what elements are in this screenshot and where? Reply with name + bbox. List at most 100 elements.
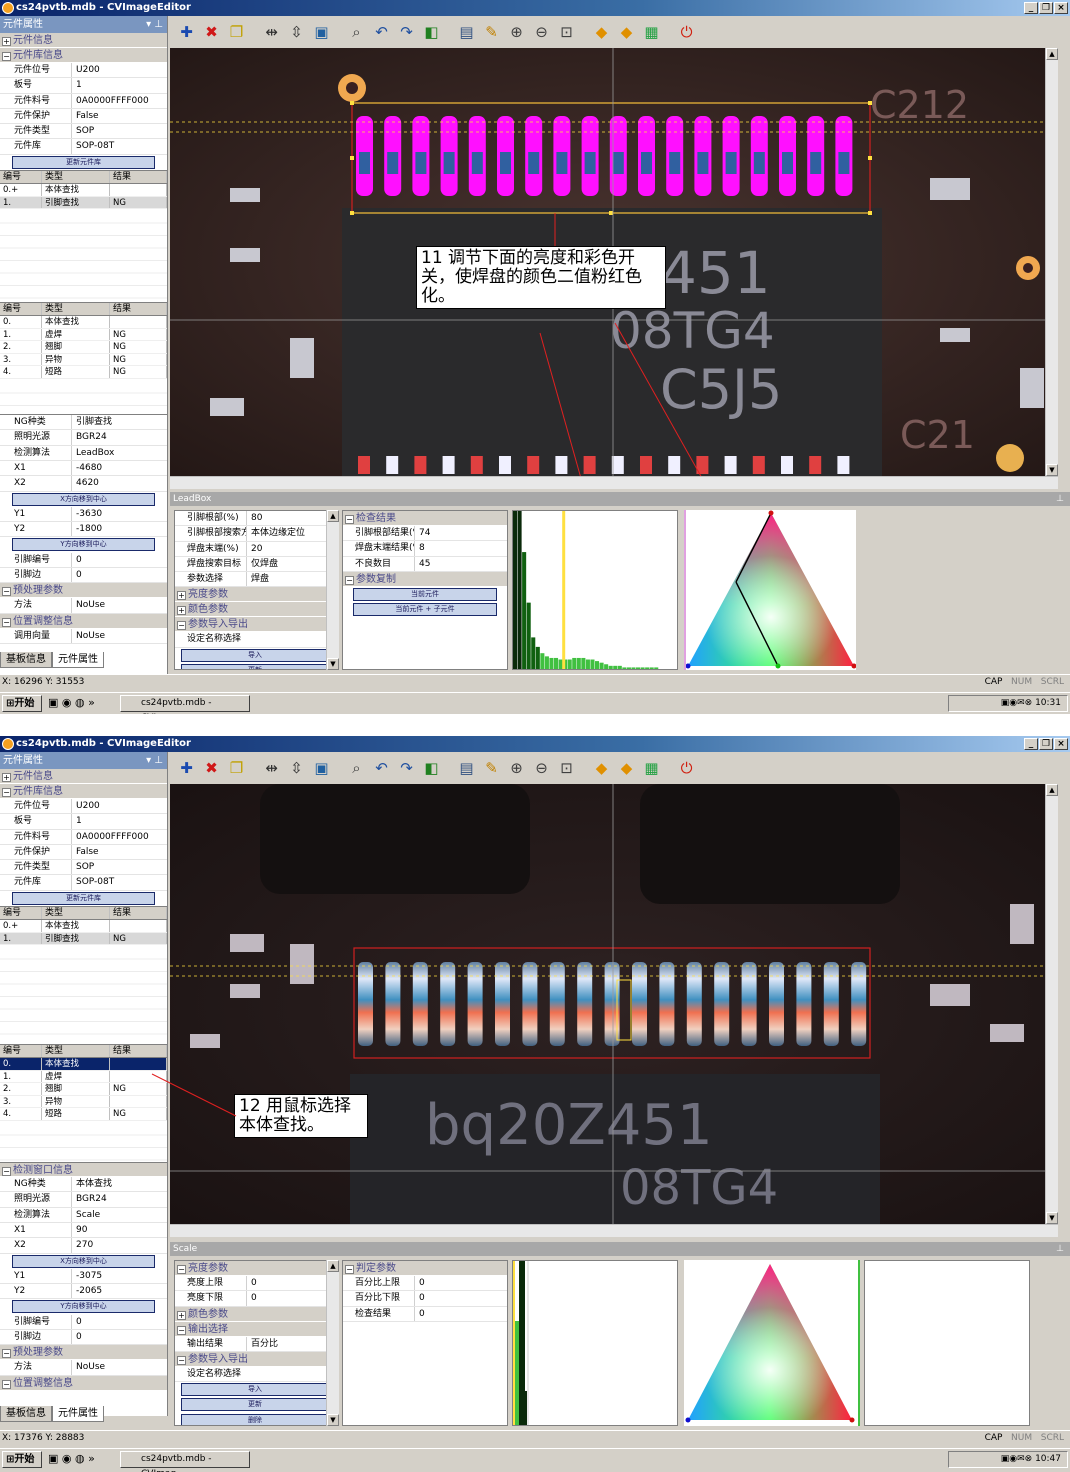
section-color[interactable]: + 颜色参数 [175, 1306, 335, 1322]
section-import-export[interactable]: − 参数导入导出 [175, 1351, 335, 1367]
prop-row[interactable]: 引脚根部结果(%)74 [343, 526, 507, 542]
prop-row[interactable]: Y2 -2065 [0, 1284, 167, 1300]
name-select-row[interactable]: 设定名称选择 [175, 632, 335, 648]
table-row[interactable]: 1. 引脚查找 NG [0, 196, 167, 210]
threshold-line[interactable] [562, 511, 566, 669]
prop-value[interactable]: U200 [72, 63, 167, 77]
section-output[interactable]: − 输出选择 [175, 1321, 335, 1337]
table-row[interactable]: 0.+ 本体查找 [0, 184, 167, 197]
zoom-icon[interactable]: ⌕ [346, 758, 367, 779]
save-icon[interactable]: ▤ [456, 22, 477, 43]
params-scrollbar[interactable]: ▲ ▼ [326, 510, 339, 670]
power-icon[interactable]: ⏻ [676, 758, 697, 779]
prop-row-adjust[interactable]: 调用向量 NoUse [0, 628, 167, 644]
section-library-info[interactable]: − 元件库信息 [0, 784, 167, 799]
update-library-button[interactable]: 更新元件库 [12, 891, 155, 905]
prop-value[interactable]: 1 [72, 814, 167, 828]
prop-value[interactable]: SOP [72, 124, 167, 138]
grid-header[interactable]: 类型 [42, 1045, 110, 1058]
prop-row[interactable]: Y2 -1800 [0, 522, 167, 538]
prop-row[interactable]: 焊盘末端结果(%)8 [343, 541, 507, 557]
prop-row[interactable]: 照明光源 BGR24 [0, 1192, 167, 1208]
prop-row[interactable]: 检查结果 0 [343, 1306, 507, 1322]
align-h-icon[interactable]: ⇹ [261, 758, 282, 779]
close-button[interactable]: × [1054, 2, 1068, 14]
prop-value[interactable]: 0 [72, 553, 167, 567]
prop-value[interactable]: SOP [72, 860, 167, 874]
prop-row[interactable]: 元件料号 0A0000FFFF000 [0, 829, 167, 845]
prop-value[interactable]: 0 [72, 1330, 167, 1344]
start-button[interactable]: ⊞开始 [2, 1451, 42, 1468]
prop-row[interactable]: NG种类 本体查找 [0, 1177, 167, 1193]
close-button[interactable]: × [1054, 738, 1068, 750]
tab-component-properties[interactable]: 元件属性 [52, 652, 104, 668]
prev-icon[interactable]: ◆ [591, 22, 612, 43]
prop-value[interactable]: 0 [72, 568, 167, 582]
start-button[interactable]: ⊞开始 [2, 695, 42, 712]
y-center-button[interactable]: Y方向移到中心 [12, 1300, 155, 1314]
prop-value[interactable]: 0 [247, 1276, 335, 1290]
prop-row[interactable]: 不良数目 45 [343, 556, 507, 572]
prop-row[interactable]: X2 4620 [0, 476, 167, 492]
prop-value[interactable]: 270 [72, 1238, 167, 1252]
minimize-button[interactable]: _ [1024, 738, 1038, 750]
prop-row[interactable]: 亮度上限 0 [175, 1276, 335, 1292]
color-triangle[interactable] [684, 1260, 860, 1426]
prop-value[interactable]: 74 [415, 526, 507, 540]
taskbar-item-editor[interactable]: cs24pvtb.mdb - CVImag... [120, 1451, 250, 1472]
fit-icon[interactable]: ▣ [311, 22, 332, 43]
table-row[interactable]: 4. 短路 NG [0, 366, 167, 379]
section-position-adjust[interactable]: − 位置调整信息 [0, 613, 167, 629]
grid-header[interactable]: 结果 [110, 1045, 167, 1058]
tab-component-properties[interactable]: 元件属性 [52, 1406, 104, 1422]
prop-row-method[interactable]: 方法 NoUse [0, 598, 167, 614]
table-row[interactable]: 2. 翘脚 NG [0, 341, 167, 354]
image-view[interactable]: 451 08TG4 C5J5 C212 C21 11 调节下面的亮度和彩色开关，… [170, 48, 1058, 476]
grid-header[interactable]: 结果 [110, 907, 167, 920]
prop-row[interactable]: 引脚根部搜索方 本体边缘定位 [175, 526, 335, 542]
section-preprocess[interactable]: − 预处理参数 [0, 583, 167, 599]
prop-value[interactable]: 0 [415, 1307, 507, 1321]
delete-icon[interactable]: ✖ [201, 758, 222, 779]
zoom-fit-icon[interactable]: ⊡ [556, 758, 577, 779]
brightness-histogram[interactable] [512, 1260, 678, 1426]
update-button[interactable]: 更新 [181, 664, 329, 669]
prop-row[interactable]: 元件保护 False [0, 108, 167, 125]
section-color[interactable]: + 颜色参数 [175, 602, 335, 618]
table-row[interactable]: 0.+ 本体查找 [0, 920, 167, 933]
prop-row[interactable]: X1 90 [0, 1222, 167, 1239]
export-icon[interactable]: ▦ [641, 758, 662, 779]
prop-value[interactable]: -3630 [72, 507, 167, 521]
prop-value[interactable]: 90 [72, 1223, 167, 1237]
prop-value[interactable]: 0 [72, 1315, 167, 1329]
prop-value[interactable]: 本体查找 [72, 1177, 167, 1191]
prop-value[interactable]: -3075 [72, 1269, 167, 1283]
zoom-icon[interactable]: ⌕ [346, 22, 367, 43]
delete-icon[interactable]: ✖ [201, 22, 222, 43]
section-check-result[interactable]: − 检查结果 [343, 511, 507, 526]
section-judge[interactable]: − 判定参数 [343, 1261, 507, 1276]
prop-row[interactable]: 元件类型 SOP [0, 860, 167, 876]
prop-row[interactable]: 亮度下限 0 [175, 1291, 335, 1307]
prop-value[interactable]: 0A0000FFFF000 [72, 94, 167, 108]
rotate-left-icon[interactable]: ↶ [371, 22, 392, 43]
section-component-info[interactable]: + 元件信息 [0, 33, 167, 48]
prop-row[interactable]: 参数选择 焊盘 [175, 572, 335, 588]
save-icon[interactable]: ▤ [456, 758, 477, 779]
tray-icons[interactable]: ▣◉✉⊗ [1001, 1454, 1035, 1464]
prop-value[interactable]: BGR24 [72, 1192, 167, 1206]
grid-header[interactable]: 编号 [0, 1045, 42, 1058]
copy-icon[interactable]: ❐ [226, 758, 247, 779]
rotate-right-icon[interactable]: ↷ [396, 758, 417, 779]
table-row[interactable]: 1. 引脚查找 NG [0, 932, 167, 946]
prop-value[interactable]: LeadBox [72, 446, 167, 460]
grid-header[interactable]: 编号 [0, 171, 42, 184]
prop-row[interactable]: 百分比上限 0 [343, 1276, 507, 1292]
prop-value[interactable]: 4620 [72, 476, 167, 490]
prop-value[interactable]: 引脚查找 [72, 415, 167, 429]
next-icon[interactable]: ◆ [616, 22, 637, 43]
prop-row[interactable]: 照明光源 BGR24 [0, 430, 167, 446]
prop-value[interactable]: 8 [415, 541, 507, 555]
open-icon[interactable]: ✎ [481, 758, 502, 779]
prop-row[interactable]: 板号 1 [0, 78, 167, 94]
